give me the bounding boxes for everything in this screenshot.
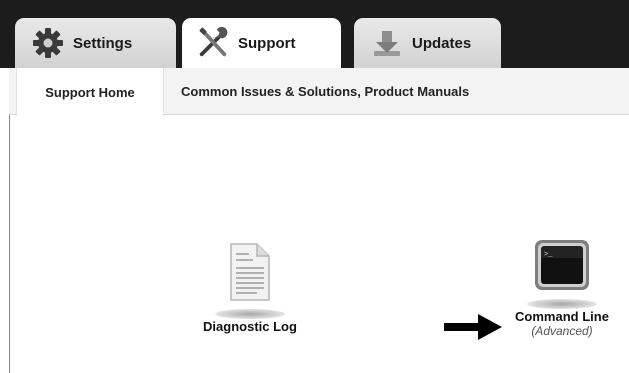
- command-line-item[interactable]: >_ Command Line (Advanced): [503, 238, 621, 338]
- content-left-border: [9, 115, 10, 373]
- support-subnav: Support Home Common Issues & Solutions, …: [9, 68, 629, 116]
- command-line-label: Command Line: [515, 309, 609, 324]
- diagnostic-log-item[interactable]: Diagnostic Log: [190, 240, 310, 334]
- tab-updates-label: Updates: [412, 34, 472, 52]
- download-icon: [370, 26, 404, 60]
- subtab-support-home[interactable]: Support Home: [16, 68, 164, 116]
- diagnostic-log-label: Diagnostic Log: [203, 319, 297, 334]
- tab-settings-label: Settings: [73, 34, 133, 52]
- icon-shadow: [215, 309, 285, 319]
- tab-support[interactable]: Support: [182, 18, 341, 68]
- gear-icon: [31, 26, 65, 60]
- tab-support-label: Support: [238, 34, 296, 52]
- subtab-common-issues[interactable]: Common Issues & Solutions, Product Manua…: [181, 68, 521, 115]
- tab-updates[interactable]: Updates: [354, 18, 501, 68]
- pointer-arrow-icon: [444, 312, 504, 347]
- icon-shadow: [527, 299, 597, 309]
- document-icon: [190, 240, 310, 309]
- tab-settings[interactable]: Settings: [15, 18, 176, 68]
- tab-bar: Settings Support Updates: [0, 6, 629, 68]
- tools-icon: [196, 26, 230, 60]
- terminal-icon: >_: [503, 238, 621, 299]
- command-line-sublabel: (Advanced): [531, 324, 593, 338]
